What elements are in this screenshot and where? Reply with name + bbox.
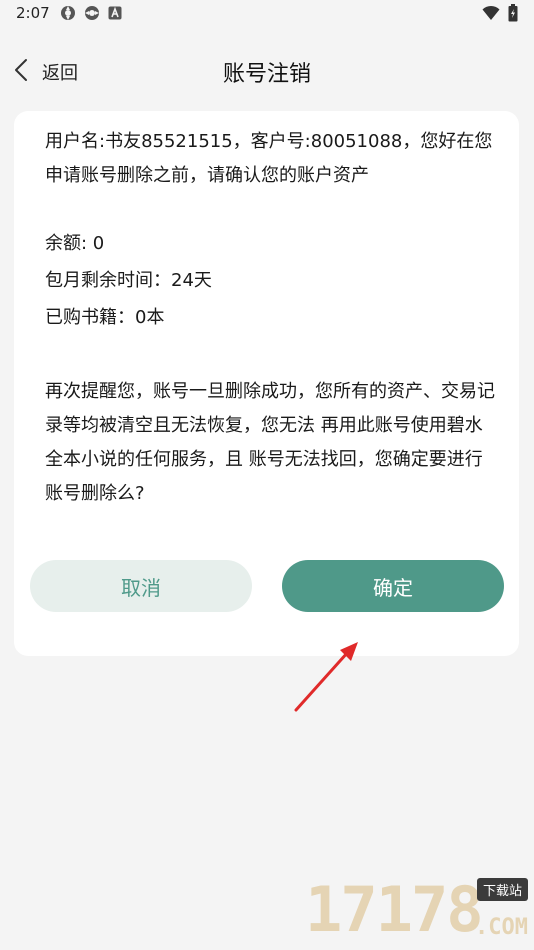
monthly-remaining-text: 包月剩余时间：24天: [45, 270, 212, 291]
page-title: 账号注销: [222, 62, 311, 87]
wifi-icon: [482, 5, 500, 25]
watermark-suffix: .COM: [475, 915, 528, 940]
red-arrow-annotation: [290, 636, 370, 720]
status-time: 2:07: [16, 4, 50, 22]
sync-icon: [60, 5, 76, 25]
purchased-books-text: 已购书籍：0本: [45, 307, 165, 328]
balance-text: 余额: 0: [45, 233, 105, 254]
status-bar: 2:07: [0, 0, 534, 28]
battery-icon: [508, 4, 518, 26]
account-intro-text: 用户名:书友85521515，客户号:80051088，您好在您申请账号删除之前…: [45, 131, 493, 186]
nav-bar: 返回 账号注销: [0, 44, 534, 100]
watermark-digits: 17178: [305, 873, 484, 946]
sync-icon: [84, 5, 100, 25]
cancel-button[interactable]: 取消: [30, 560, 252, 612]
confirm-button[interactable]: 确定: [282, 560, 504, 612]
watermark-badge: 下载站: [476, 878, 528, 901]
site-watermark: 17178 下载站 .COM: [305, 873, 530, 946]
notification-a-icon: [108, 5, 122, 24]
account-deletion-card: 用户名:书友85521515，客户号:80051088，您好在您申请账号删除之前…: [14, 111, 519, 656]
warning-text: 再次提醒您，账号一旦删除成功，您所有的资产、交易记录等均被清空且无法恢复，您无法…: [45, 381, 495, 504]
